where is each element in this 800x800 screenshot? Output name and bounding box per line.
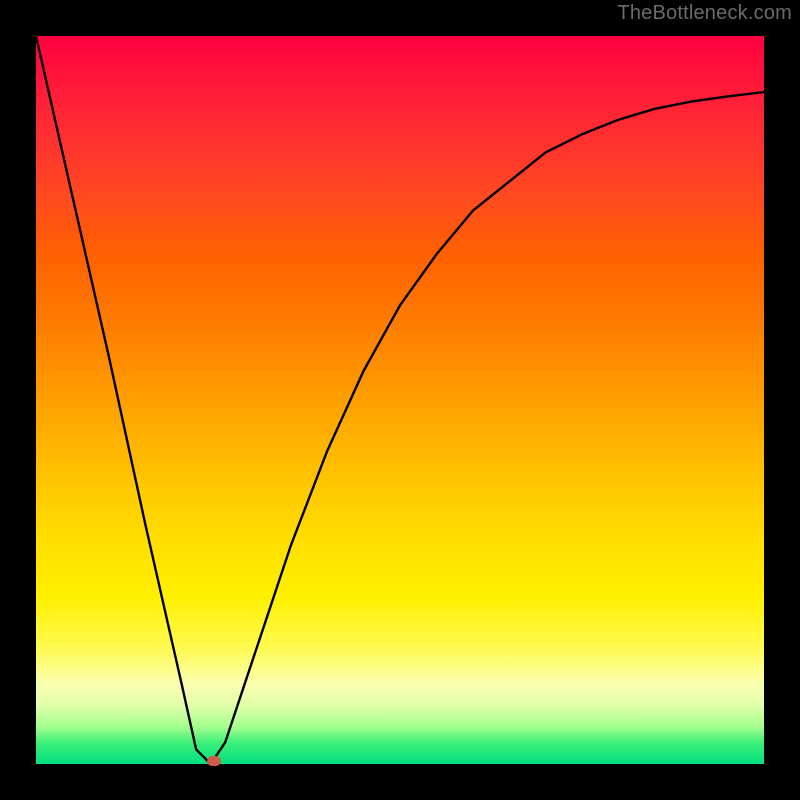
watermark-text: TheBottleneck.com [617,2,792,25]
chart-plot-area [36,36,764,764]
chart-marker [207,756,221,766]
